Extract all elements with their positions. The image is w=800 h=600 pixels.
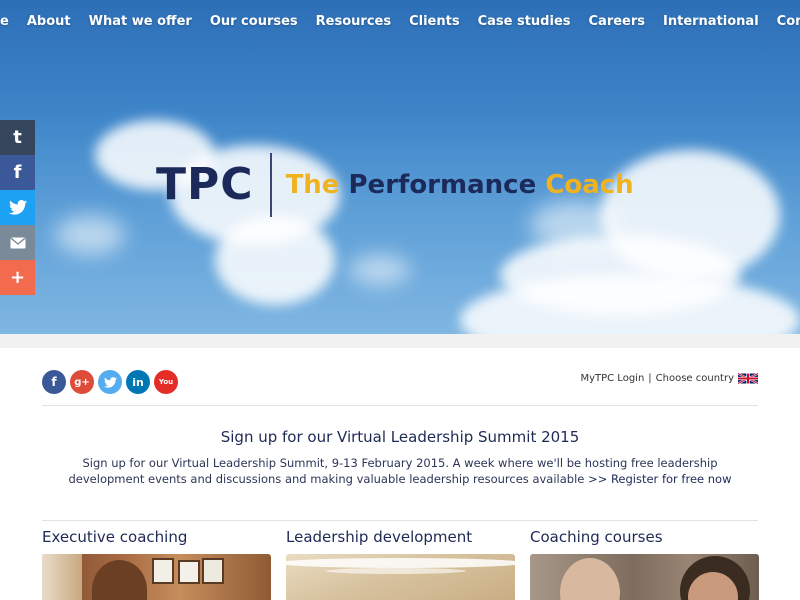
googleplus-icon: g+: [74, 376, 90, 388]
youtube-icon: You: [158, 378, 174, 386]
card-title[interactable]: Leadership development: [286, 528, 515, 546]
twitter-icon: [8, 200, 27, 215]
hero-bottom-band: [0, 334, 800, 348]
wall-frame: [178, 560, 200, 584]
twitter-icon: [103, 376, 117, 388]
card-image[interactable]: [42, 554, 271, 600]
logo-word-the: The: [285, 170, 349, 200]
cloud-shape: [215, 215, 335, 305]
window-light: [42, 554, 82, 600]
nav-what-we-offer[interactable]: What we offer: [80, 12, 201, 31]
youtube-link[interactable]: You: [154, 370, 178, 394]
tumblr-icon: t: [13, 127, 22, 148]
wall-frame: [202, 558, 224, 584]
tumblr-share-button[interactable]: t: [0, 120, 35, 155]
nav-home[interactable]: Home: [0, 12, 18, 31]
main-navigation: Home About What we offer Our courses Res…: [0, 12, 800, 31]
email-share-button[interactable]: [0, 225, 35, 260]
nav-resources[interactable]: Resources: [307, 12, 400, 31]
uk-flag-icon[interactable]: [738, 372, 758, 385]
card-title[interactable]: Executive coaching: [42, 528, 271, 546]
card-image[interactable]: [286, 554, 515, 600]
googleplus-link[interactable]: g+: [70, 370, 94, 394]
nav-case-studies[interactable]: Case studies: [469, 12, 580, 31]
more-share-button[interactable]: +: [0, 260, 35, 295]
register-link[interactable]: >> Register for free now: [588, 472, 731, 486]
card-leadership-development[interactable]: Leadership development: [286, 528, 515, 600]
facebook-icon: f: [51, 375, 57, 389]
logo-word-coach: Coach: [545, 170, 634, 200]
more-icon: +: [9, 267, 26, 288]
nav-our-courses[interactable]: Our courses: [201, 12, 307, 31]
nav-about[interactable]: About: [18, 12, 80, 31]
social-links: f g+ in You: [42, 370, 178, 394]
choose-country-link[interactable]: Choose country: [656, 373, 734, 384]
logo-wordmark: The Performance Coach: [286, 172, 634, 198]
cloud-shape: [350, 255, 410, 285]
promo-body: Sign up for our Virtual Leadership Summi…: [42, 455, 758, 487]
divider: [42, 520, 758, 521]
wave-foam: [326, 568, 466, 574]
tpc-logo[interactable]: TPC The Performance Coach: [156, 150, 634, 220]
person-head: [560, 558, 620, 600]
wall-frame: [152, 558, 174, 584]
logo-mark: TPC: [156, 159, 254, 210]
mytpc-login-link[interactable]: MyTPC Login: [580, 373, 644, 384]
account-separator: |: [648, 373, 652, 384]
nav-international[interactable]: International: [654, 12, 768, 31]
card-title[interactable]: Coaching courses: [530, 528, 759, 546]
linkedin-icon: in: [132, 375, 144, 389]
promo-title: Sign up for our Virtual Leadership Summi…: [220, 428, 580, 446]
facebook-link[interactable]: f: [42, 370, 66, 394]
cloud-shape: [55, 215, 125, 255]
account-links: MyTPC Login | Choose country: [580, 372, 758, 385]
nav-contact[interactable]: Contact: [768, 12, 800, 31]
person-silhouette: [92, 560, 147, 600]
nav-careers[interactable]: Careers: [580, 12, 655, 31]
logo-word-performance: Performance: [348, 170, 546, 200]
divider: [42, 405, 758, 406]
card-image[interactable]: [530, 554, 759, 600]
hero-banner: Home About What we offer Our courses Res…: [0, 0, 800, 334]
nav-clients[interactable]: Clients: [400, 12, 468, 31]
service-cards: Executive coaching Leadership developmen…: [42, 528, 759, 600]
logo-divider: [269, 153, 272, 217]
side-share-bar: t f +: [0, 120, 35, 295]
card-coaching-courses[interactable]: Coaching courses: [530, 528, 759, 600]
linkedin-link[interactable]: in: [126, 370, 150, 394]
twitter-share-button[interactable]: [0, 190, 35, 225]
email-icon: [10, 237, 25, 248]
facebook-icon: f: [13, 162, 22, 183]
card-executive-coaching[interactable]: Executive coaching: [42, 528, 271, 600]
facebook-share-button[interactable]: f: [0, 155, 35, 190]
twitter-link[interactable]: [98, 370, 122, 394]
wave-foam: [286, 558, 515, 568]
